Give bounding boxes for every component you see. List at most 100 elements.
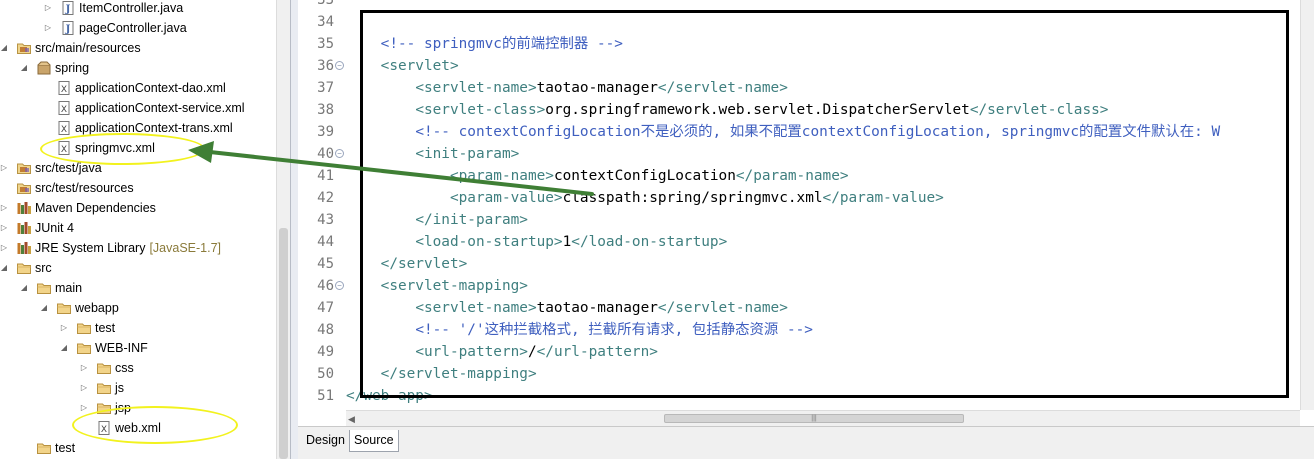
tree-item[interactable]: Xspringmvc.xml xyxy=(0,138,275,158)
xml-text: taotao-manager xyxy=(536,80,658,96)
xml-text xyxy=(346,124,415,140)
tree-item[interactable]: ▷ src/test/java xyxy=(0,158,275,178)
tree-item[interactable]: ▷ Maven Dependencies xyxy=(0,198,275,218)
xml-tag: <param-name> xyxy=(449,168,554,184)
collapse-arrow-icon[interactable]: ◢ xyxy=(0,262,9,274)
folder-icon xyxy=(36,440,52,456)
folder-icon xyxy=(16,260,32,276)
xml-tag: <servlet-name> xyxy=(415,300,537,316)
view-divider[interactable] xyxy=(290,0,298,459)
xml-text xyxy=(346,80,415,96)
source-folder-icon xyxy=(16,40,32,56)
code-line[interactable]: <load-on-startup>1</load-on-startup> xyxy=(346,231,727,253)
tree-item-label: web.xml xyxy=(115,421,161,435)
tree-scrollbar-thumb[interactable] xyxy=(279,228,288,459)
collapse-arrow-icon[interactable]: ◢ xyxy=(19,62,29,74)
xml-tag: </servlet-mapping> xyxy=(380,366,537,382)
folder-icon xyxy=(96,400,112,416)
xml-text xyxy=(346,190,450,206)
code-line[interactable]: <servlet-name>taotao-manager</servlet-na… xyxy=(346,297,788,319)
expand-arrow-icon[interactable]: ▷ xyxy=(43,2,53,14)
tree-item-label: main xyxy=(55,281,83,295)
tree-item[interactable]: test xyxy=(0,438,275,458)
tree-item[interactable]: ▷ JUnit 4 xyxy=(0,218,275,238)
editor-vertical-scrollbar[interactable] xyxy=(1300,0,1314,410)
xml-text xyxy=(346,278,381,294)
code-line[interactable]: <!-- springmvc的前端控制器 --> xyxy=(346,33,623,55)
tree-item-label: src xyxy=(35,261,52,275)
library-icon xyxy=(16,240,32,256)
horizontal-scrollbar-thumb[interactable]: ||| xyxy=(664,414,964,423)
code-line[interactable]: </web-app> xyxy=(346,385,433,407)
xml-tag: <servlet> xyxy=(380,58,459,74)
code-line[interactable]: </servlet> xyxy=(346,253,468,275)
code-line[interactable]: </servlet-mapping> xyxy=(346,363,537,385)
expand-arrow-icon[interactable]: ▷ xyxy=(0,222,9,234)
tree-item[interactable]: ◢ src xyxy=(0,258,275,278)
editor-bottom-tabs: Design Source xyxy=(298,426,1314,459)
code-line[interactable]: </init-param> xyxy=(346,209,528,231)
tab-design[interactable]: Design xyxy=(302,430,349,452)
scroll-left-arrow-icon[interactable]: ◀ xyxy=(348,414,355,425)
expand-arrow-icon[interactable]: ▷ xyxy=(0,202,9,214)
xml-text: taotao-manager xyxy=(536,300,658,316)
xml-text xyxy=(346,234,415,250)
collapse-arrow-icon[interactable]: ◢ xyxy=(59,342,69,354)
xml-text: 1 xyxy=(562,234,572,250)
tree-item[interactable]: ◢ WEB-INF xyxy=(0,338,275,358)
code-line[interactable]: <init-param> xyxy=(346,143,519,165)
collapse-arrow-icon[interactable]: ◢ xyxy=(0,42,9,54)
expand-arrow-icon[interactable]: ▷ xyxy=(0,162,9,174)
expand-arrow-icon[interactable]: ▷ xyxy=(59,322,69,334)
java-file-icon: J xyxy=(60,20,76,36)
tree-vertical-scrollbar[interactable] xyxy=(276,0,290,459)
code-line[interactable]: <param-name>contextConfigLocation</param… xyxy=(346,165,849,187)
expand-arrow-icon[interactable]: ▷ xyxy=(0,242,9,254)
code-line[interactable]: <!-- '/'这种拦截格式, 拦截所有请求, 包括静态资源 --> xyxy=(346,319,813,341)
xml-tag: <servlet-mapping> xyxy=(380,278,528,294)
svg-text:X: X xyxy=(61,85,67,95)
tree-item[interactable]: XapplicationContext-dao.xml xyxy=(0,78,275,98)
expand-arrow-icon[interactable]: ▷ xyxy=(79,382,89,394)
expand-arrow-icon[interactable]: ▷ xyxy=(79,402,89,414)
tree-item-label: spring xyxy=(55,61,90,75)
folder-icon xyxy=(76,320,92,336)
code-line[interactable]: <!-- contextConfigLocation不是必须的, 如果不配置co… xyxy=(346,121,1220,143)
tree-item[interactable]: ▷ test xyxy=(0,318,275,338)
code-line[interactable]: <servlet-mapping> xyxy=(346,275,528,297)
collapse-arrow-icon[interactable]: ◢ xyxy=(19,282,29,294)
tree-item[interactable]: ▷ J ItemController.java xyxy=(0,0,275,18)
code-line[interactable]: <param-value>classpath:spring/springmvc.… xyxy=(346,187,944,209)
xml-tag: <servlet-name> xyxy=(415,80,537,96)
tree-item[interactable]: ◢ spring xyxy=(0,58,275,78)
expand-arrow-icon[interactable]: ▷ xyxy=(43,22,53,34)
xml-tag: <url-pattern> xyxy=(415,344,528,360)
xml-text xyxy=(346,344,415,360)
tree-item[interactable]: XapplicationContext-trans.xml xyxy=(0,118,275,138)
tree-item[interactable]: ▷ jsp xyxy=(0,398,275,418)
tree-item[interactable]: ▷ css xyxy=(0,358,275,378)
tree-item[interactable]: ▷ js xyxy=(0,378,275,398)
tab-source[interactable]: Source xyxy=(349,430,399,452)
code-line[interactable]: <servlet> xyxy=(346,55,459,77)
tree-item-label: jsp xyxy=(115,401,131,415)
code-area[interactable]: <!-- springmvc的前端控制器 --> <servlet> <serv… xyxy=(298,0,1300,410)
code-line[interactable]: <url-pattern>/</url-pattern> xyxy=(346,341,658,363)
tree-item[interactable]: ▷ JRE System Library [JavaSE-1.7] xyxy=(0,238,275,258)
code-line[interactable]: <servlet-name>taotao-manager</servlet-na… xyxy=(346,77,788,99)
editor-horizontal-scrollbar[interactable]: ◀ ||| xyxy=(346,410,1300,426)
collapse-arrow-icon[interactable]: ◢ xyxy=(39,302,49,314)
xml-text xyxy=(346,212,415,228)
code-line[interactable]: <servlet-class>org.springframework.web.s… xyxy=(346,99,1108,121)
tree-item[interactable]: XapplicationContext-service.xml xyxy=(0,98,275,118)
xml-tag: </param-name> xyxy=(735,168,849,184)
tree-item[interactable]: Xweb.xml xyxy=(0,418,275,438)
expand-arrow-icon[interactable]: ▷ xyxy=(79,362,89,374)
tree-item[interactable]: ◢ main xyxy=(0,278,275,298)
tree-item[interactable]: ◢ webapp xyxy=(0,298,275,318)
tree-item[interactable]: ▷ JpageController.java xyxy=(0,18,275,38)
tree-item[interactable]: ◢ src/main/resources xyxy=(0,38,275,58)
xml-tag: </load-on-startup> xyxy=(571,234,728,250)
tree-item[interactable]: src/test/resources xyxy=(0,178,275,198)
xml-text: / xyxy=(527,344,537,360)
